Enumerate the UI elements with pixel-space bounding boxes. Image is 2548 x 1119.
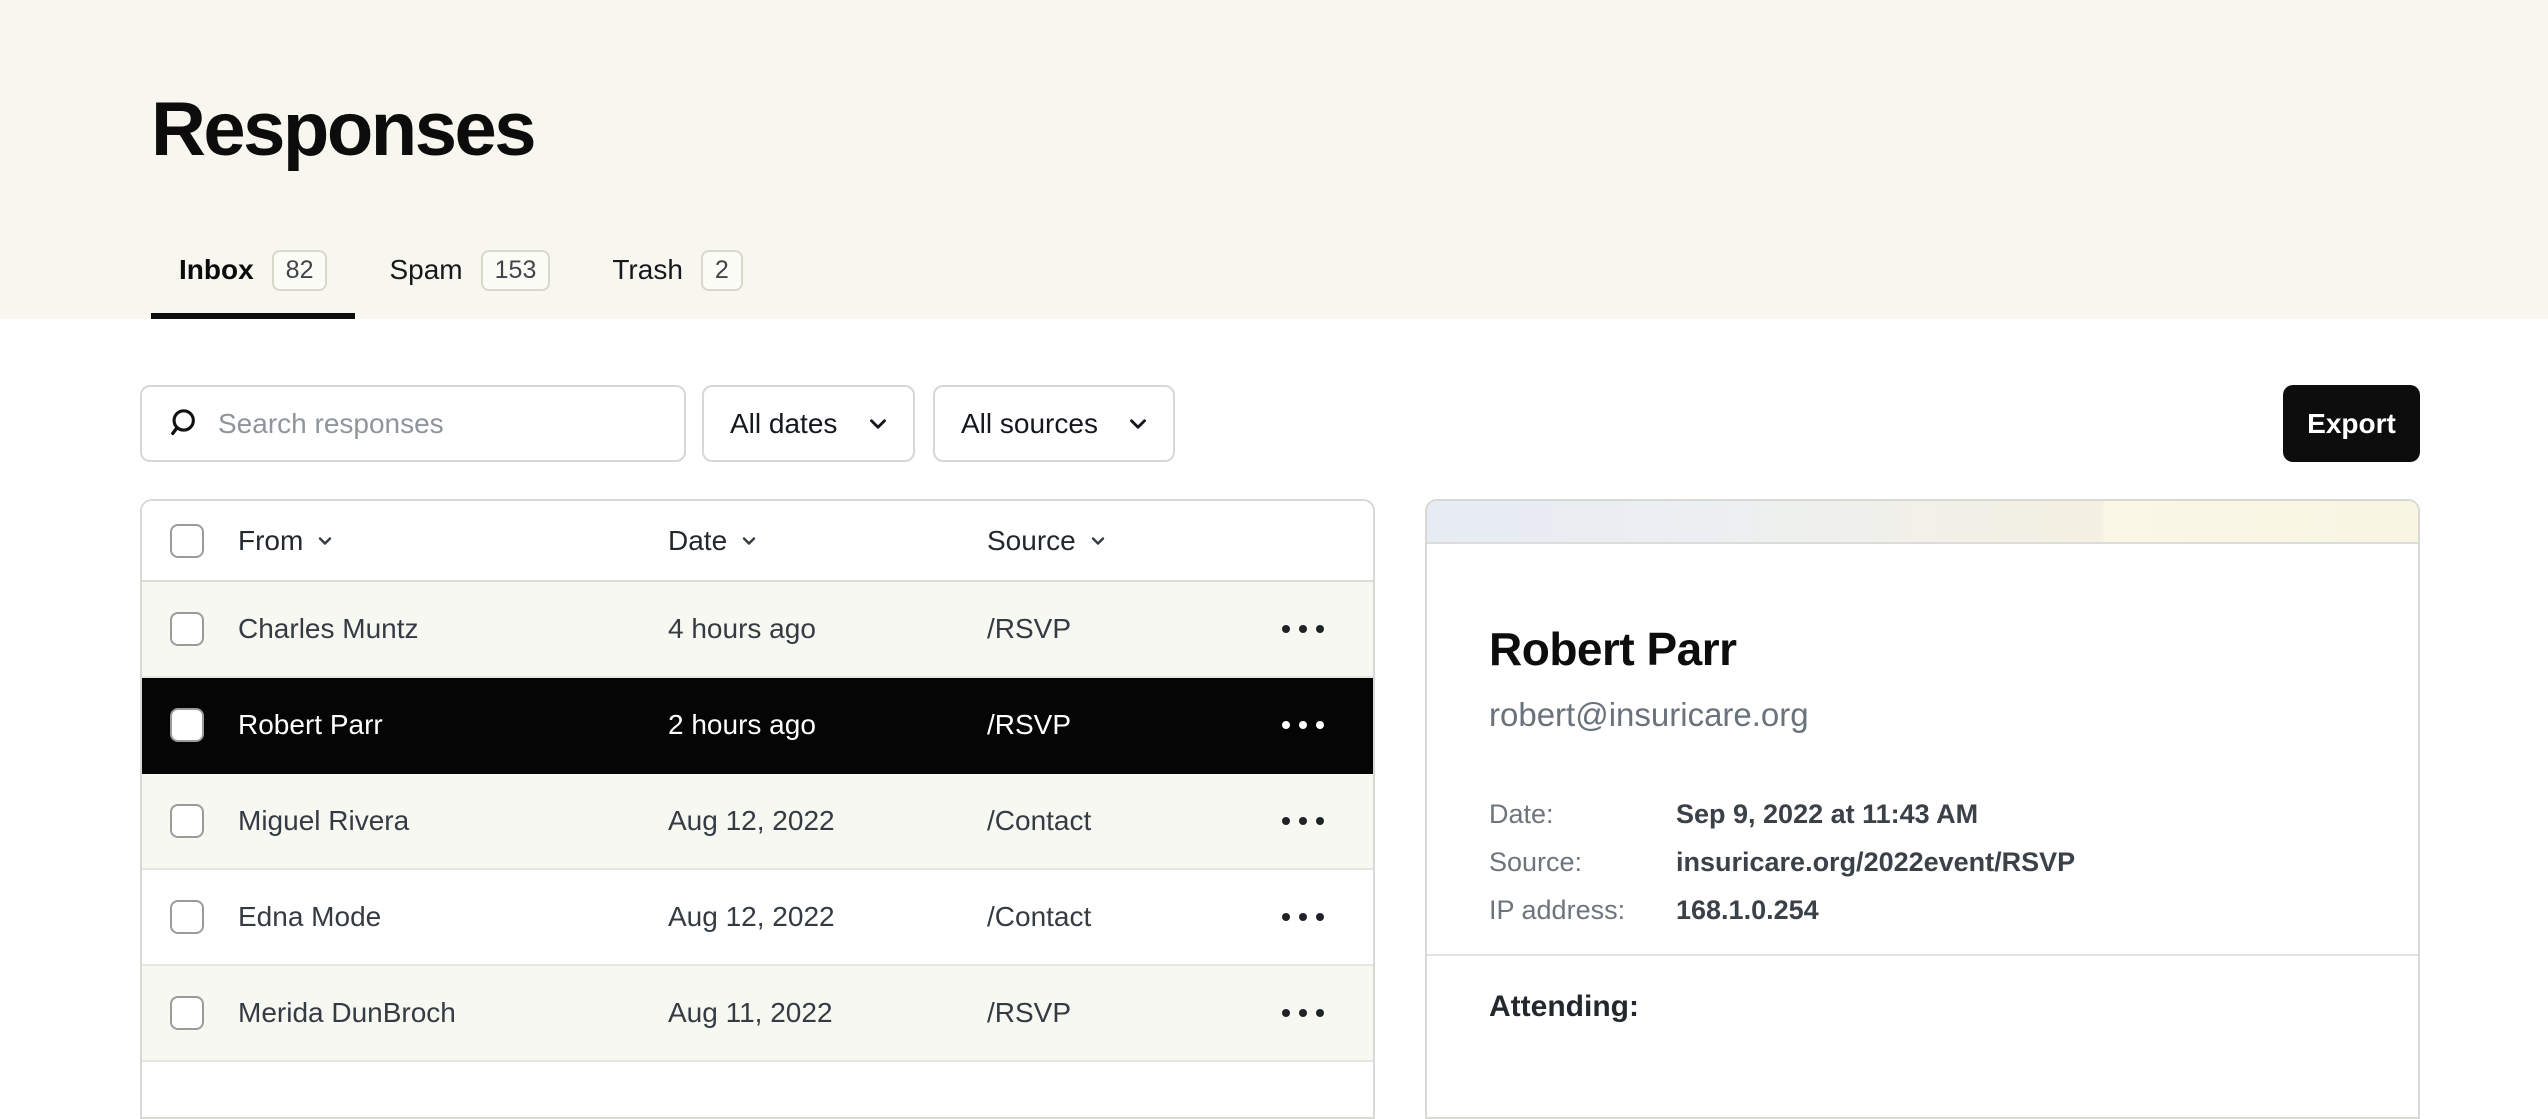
row-from: Edna Mode	[238, 901, 668, 933]
page-title: Responses	[151, 86, 534, 173]
row-from: Robert Parr	[238, 709, 668, 741]
detail-section-heading: Attending:	[1489, 990, 2356, 1024]
detail-field-label: Date:	[1489, 790, 1676, 838]
detail-field-value: Sep 9, 2022 at 11:43 AM	[1676, 790, 2356, 838]
chevron-down-icon	[865, 411, 891, 437]
tab-trash[interactable]: Trash 2	[584, 250, 770, 320]
detail-name: Robert Parr	[1489, 622, 2356, 676]
row-date: Aug 12, 2022	[668, 805, 987, 837]
table-row[interactable]: Charles Muntz 4 hours ago /RSVP	[142, 582, 1373, 678]
row-date: 4 hours ago	[668, 613, 987, 645]
tab-bar: Inbox 82 Spam 153 Trash 2	[151, 250, 771, 320]
source-column-label: Source	[987, 525, 1076, 557]
dates-filter-label: All dates	[730, 408, 837, 440]
chevron-down-icon	[1088, 531, 1108, 551]
detail-body: Robert Parr robert@insuricare.org Date: …	[1427, 544, 2418, 1024]
detail-field: Source: insuricare.org/2022event/RSVP	[1489, 838, 2356, 886]
detail-field-label: IP address:	[1489, 886, 1676, 934]
response-rows: Charles Muntz 4 hours ago /RSVP Robert P…	[142, 582, 1373, 1062]
tab-inbox-label: Inbox	[179, 254, 254, 286]
sources-filter-dropdown[interactable]: All sources	[933, 385, 1175, 462]
row-actions-button[interactable]	[1263, 721, 1343, 729]
detail-field: Date: Sep 9, 2022 at 11:43 AM	[1489, 790, 2356, 838]
table-header-row: From Date Source	[142, 501, 1373, 582]
table-row[interactable]: Edna Mode Aug 12, 2022 /Contact	[142, 870, 1373, 966]
tab-inbox[interactable]: Inbox 82	[151, 250, 355, 320]
tab-spam[interactable]: Spam 153	[361, 250, 578, 320]
chevron-down-icon	[315, 531, 335, 551]
row-checkbox[interactable]	[170, 996, 204, 1030]
from-column-label: From	[238, 525, 303, 557]
search-input[interactable]	[218, 394, 684, 454]
detail-field-value: insuricare.org/2022event/RSVP	[1676, 838, 2356, 886]
export-button[interactable]: Export	[2283, 385, 2420, 462]
row-actions-button[interactable]	[1263, 625, 1343, 633]
row-date: Aug 11, 2022	[668, 997, 987, 1029]
row-date: 2 hours ago	[668, 709, 987, 741]
row-actions-button[interactable]	[1263, 913, 1343, 921]
table-row[interactable]: Merida DunBroch Aug 11, 2022 /RSVP	[142, 966, 1373, 1062]
row-checkbox[interactable]	[170, 804, 204, 838]
table-row[interactable]: Miguel Rivera Aug 12, 2022 /Contact	[142, 774, 1373, 870]
row-source: /RSVP	[987, 613, 1263, 645]
sort-date[interactable]: Date	[668, 525, 987, 557]
sort-source[interactable]: Source	[987, 525, 1263, 557]
row-checkbox[interactable]	[170, 708, 204, 742]
tab-trash-label: Trash	[612, 254, 683, 286]
detail-fields: Date: Sep 9, 2022 at 11:43 AM Source: in…	[1489, 790, 2356, 934]
sources-filter-label: All sources	[961, 408, 1098, 440]
chevron-down-icon	[739, 531, 759, 551]
date-column-label: Date	[668, 525, 727, 557]
row-checkbox[interactable]	[170, 612, 204, 646]
tab-trash-count-badge: 2	[701, 250, 743, 292]
detail-field: IP address: 168.1.0.254	[1489, 886, 2356, 934]
select-all-checkbox[interactable]	[170, 524, 204, 558]
tab-inbox-count-badge: 82	[272, 250, 328, 292]
detail-divider	[1427, 954, 2418, 956]
chevron-down-icon	[1125, 411, 1151, 437]
detail-gradient-band	[1427, 501, 2418, 544]
row-from: Miguel Rivera	[238, 805, 668, 837]
row-source: /RSVP	[987, 997, 1263, 1029]
row-source: /Contact	[987, 805, 1263, 837]
row-actions-button[interactable]	[1263, 817, 1343, 825]
row-from: Charles Muntz	[238, 613, 668, 645]
row-date: Aug 12, 2022	[668, 901, 987, 933]
detail-email: robert@insuricare.org	[1489, 696, 2356, 734]
row-from: Merida DunBroch	[238, 997, 668, 1029]
row-source: /RSVP	[987, 709, 1263, 741]
row-actions-button[interactable]	[1263, 1009, 1343, 1017]
search-icon	[166, 407, 200, 441]
search-box	[140, 385, 686, 462]
response-detail-panel: Robert Parr robert@insuricare.org Date: …	[1425, 499, 2420, 1119]
sort-from[interactable]: From	[238, 525, 668, 557]
row-source: /Contact	[987, 901, 1263, 933]
tab-spam-label: Spam	[389, 254, 462, 286]
row-checkbox[interactable]	[170, 900, 204, 934]
tab-spam-count-badge: 153	[481, 250, 551, 292]
responses-table: From Date Source Charles Muntz 4 hours a…	[140, 499, 1375, 1119]
table-row[interactable]: Robert Parr 2 hours ago /RSVP	[142, 678, 1373, 774]
detail-field-label: Source:	[1489, 838, 1676, 886]
page-header: Responses Inbox 82 Spam 153 Trash 2	[0, 0, 2548, 319]
dates-filter-dropdown[interactable]: All dates	[702, 385, 915, 462]
detail-field-value: 168.1.0.254	[1676, 886, 2356, 934]
